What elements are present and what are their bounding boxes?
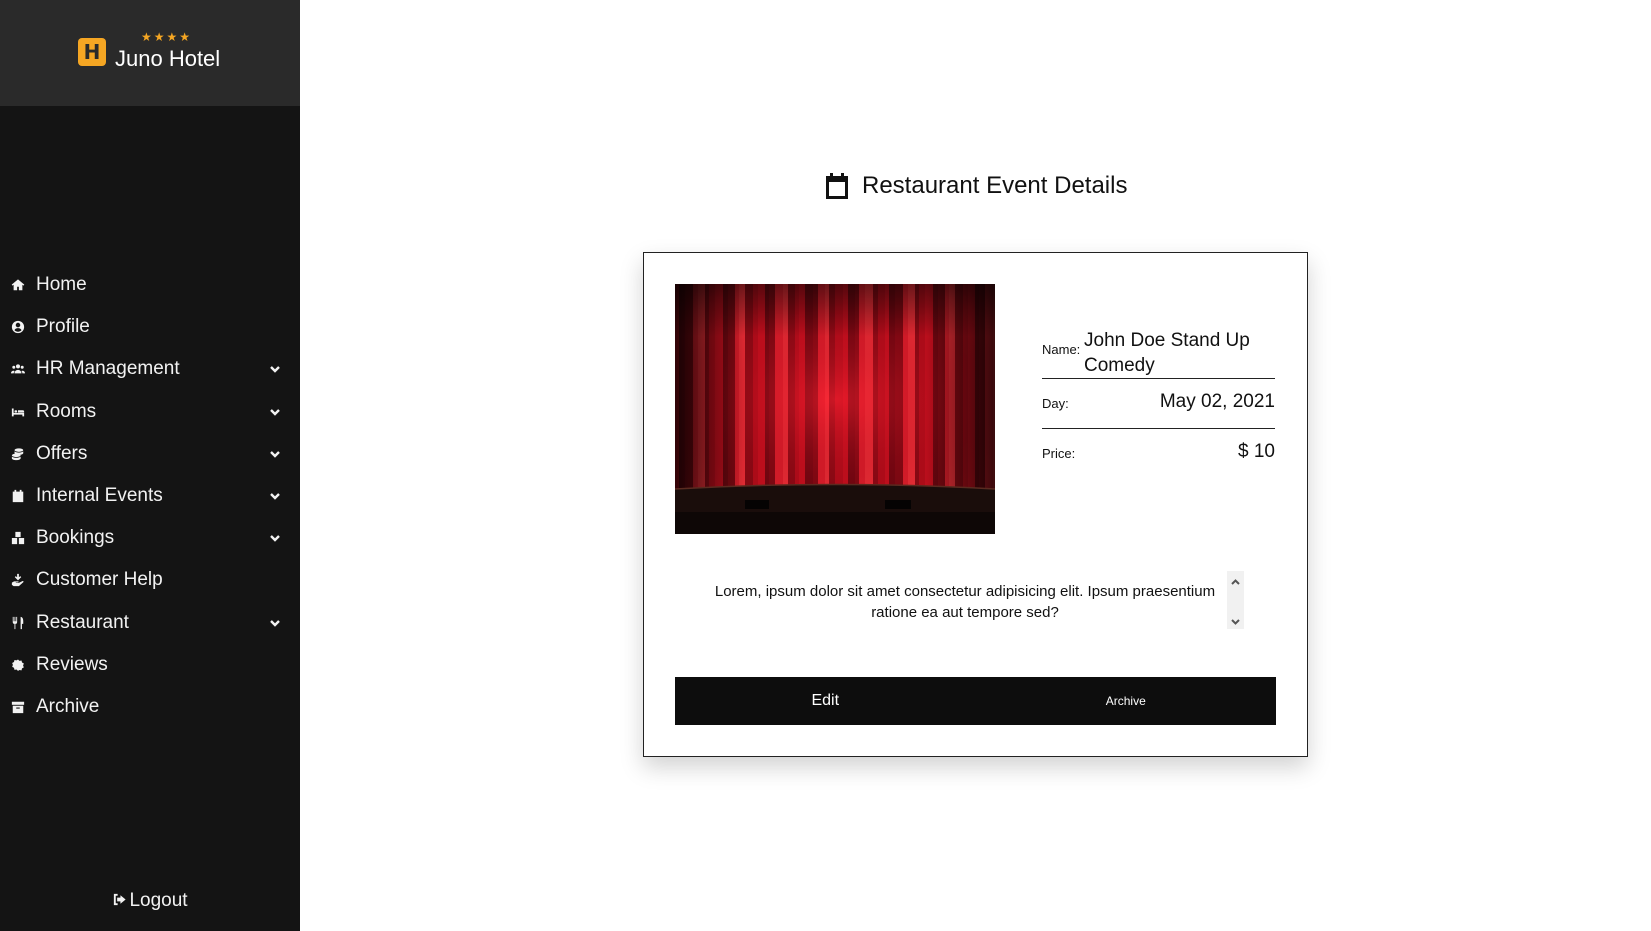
chevron-down-icon[interactable] <box>268 405 282 419</box>
home-icon <box>10 277 26 293</box>
event-price: $ 10 <box>1238 441 1275 462</box>
archive-icon <box>10 699 26 715</box>
utensils-icon <box>10 615 26 631</box>
sidebar-item-rooms[interactable]: Rooms <box>0 391 300 433</box>
logout-label: Logout <box>129 890 188 911</box>
sidebar-item-hr-management[interactable]: HR Management <box>0 348 300 390</box>
sidebar-item-restaurant[interactable]: Restaurant <box>0 602 300 644</box>
sidebar-item-label: Profile <box>36 316 90 338</box>
sidebar-item-internal-events[interactable]: Internal Events <box>0 475 300 517</box>
name-row: Name: John Doe Stand Up Comedy <box>1042 318 1275 379</box>
event-image <box>675 284 995 534</box>
archive-button[interactable]: Archive <box>976 677 1277 725</box>
brand-header[interactable]: H ★★★★ Juno Hotel <box>0 0 300 106</box>
event-details-card: Name: John Doe Stand Up Comedy Day: May … <box>643 252 1308 757</box>
sidebar-item-label: Customer Help <box>36 569 163 591</box>
event-description[interactable]: Lorem, ipsum dolor sit amet consectetur … <box>675 571 1245 629</box>
logout-button[interactable]: Logout <box>0 890 300 912</box>
event-name: John Doe Stand Up Comedy <box>1084 330 1250 376</box>
sidebar-item-archive[interactable]: Archive <box>0 686 300 728</box>
sidebar-item-offers[interactable]: Offers <box>0 433 300 475</box>
boxes-icon <box>10 530 26 546</box>
event-details: Name: John Doe Stand Up Comedy Day: May … <box>1042 318 1275 479</box>
sidebar-item-profile[interactable]: Profile <box>0 306 300 348</box>
chevron-down-icon[interactable] <box>1230 614 1241 625</box>
sidebar-item-bookings[interactable]: Bookings <box>0 517 300 559</box>
bed-icon <box>10 404 26 420</box>
sidebar-item-label: Rooms <box>36 400 97 422</box>
price-row: Price: $ 10 <box>1042 429 1275 479</box>
edit-button[interactable]: Edit <box>675 677 976 725</box>
red-curtain-image <box>675 284 995 534</box>
page-title-text: Restaurant Event Details <box>862 172 1128 199</box>
sidebar-item-label: Reviews <box>36 653 108 675</box>
sidebar-item-customer-help[interactable]: Customer Help <box>0 559 300 601</box>
coins-icon <box>10 446 26 462</box>
sidebar-item-label: Offers <box>36 442 88 464</box>
description-text: Lorem, ipsum dolor sit amet consectetur … <box>714 583 1216 621</box>
chevron-down-icon[interactable] <box>268 531 282 545</box>
sidebar-item-reviews[interactable]: Reviews <box>0 644 300 686</box>
hotel-logo-icon: H <box>78 38 106 66</box>
chevron-up-icon[interactable] <box>1230 575 1241 586</box>
event-day: May 02, 2021 <box>1159 391 1275 412</box>
day-label: Day: <box>1042 396 1069 411</box>
calendar-icon <box>10 488 26 504</box>
sidebar-item-label: Archive <box>36 695 100 717</box>
rating-stars: ★★★★ <box>141 30 193 44</box>
sidebar-item-home[interactable]: Home <box>0 264 300 306</box>
chevron-down-icon[interactable] <box>268 616 282 630</box>
chevron-down-icon[interactable] <box>268 362 282 376</box>
day-row: Day: May 02, 2021 <box>1042 379 1275 429</box>
brand-name: Juno Hotel <box>115 46 221 71</box>
sidebar-item-label: Restaurant <box>36 611 129 633</box>
sidebar: H ★★★★ Juno Hotel Home Profile HR Manage… <box>0 0 300 931</box>
badge-icon <box>10 657 26 673</box>
chevron-down-icon[interactable] <box>268 489 282 503</box>
name-label: Name: <box>1042 342 1081 357</box>
hand-holding-icon <box>10 572 26 588</box>
action-bar: Edit Archive <box>675 677 1276 725</box>
calendar-icon <box>824 172 850 200</box>
sidebar-nav: Home Profile HR Management Rooms Offers … <box>0 264 300 728</box>
description-scrollbar[interactable] <box>1227 571 1244 629</box>
sidebar-item-label: Internal Events <box>36 485 163 507</box>
users-icon <box>10 361 26 377</box>
chevron-down-icon[interactable] <box>268 447 282 461</box>
sidebar-item-label: HR Management <box>36 358 180 380</box>
price-label: Price: <box>1042 446 1076 461</box>
user-circle-icon <box>10 319 26 335</box>
sign-out-icon <box>112 891 127 906</box>
sidebar-item-label: Bookings <box>36 527 115 549</box>
sidebar-item-label: Home <box>36 274 87 296</box>
page-title: Restaurant Event Details <box>824 172 1127 200</box>
